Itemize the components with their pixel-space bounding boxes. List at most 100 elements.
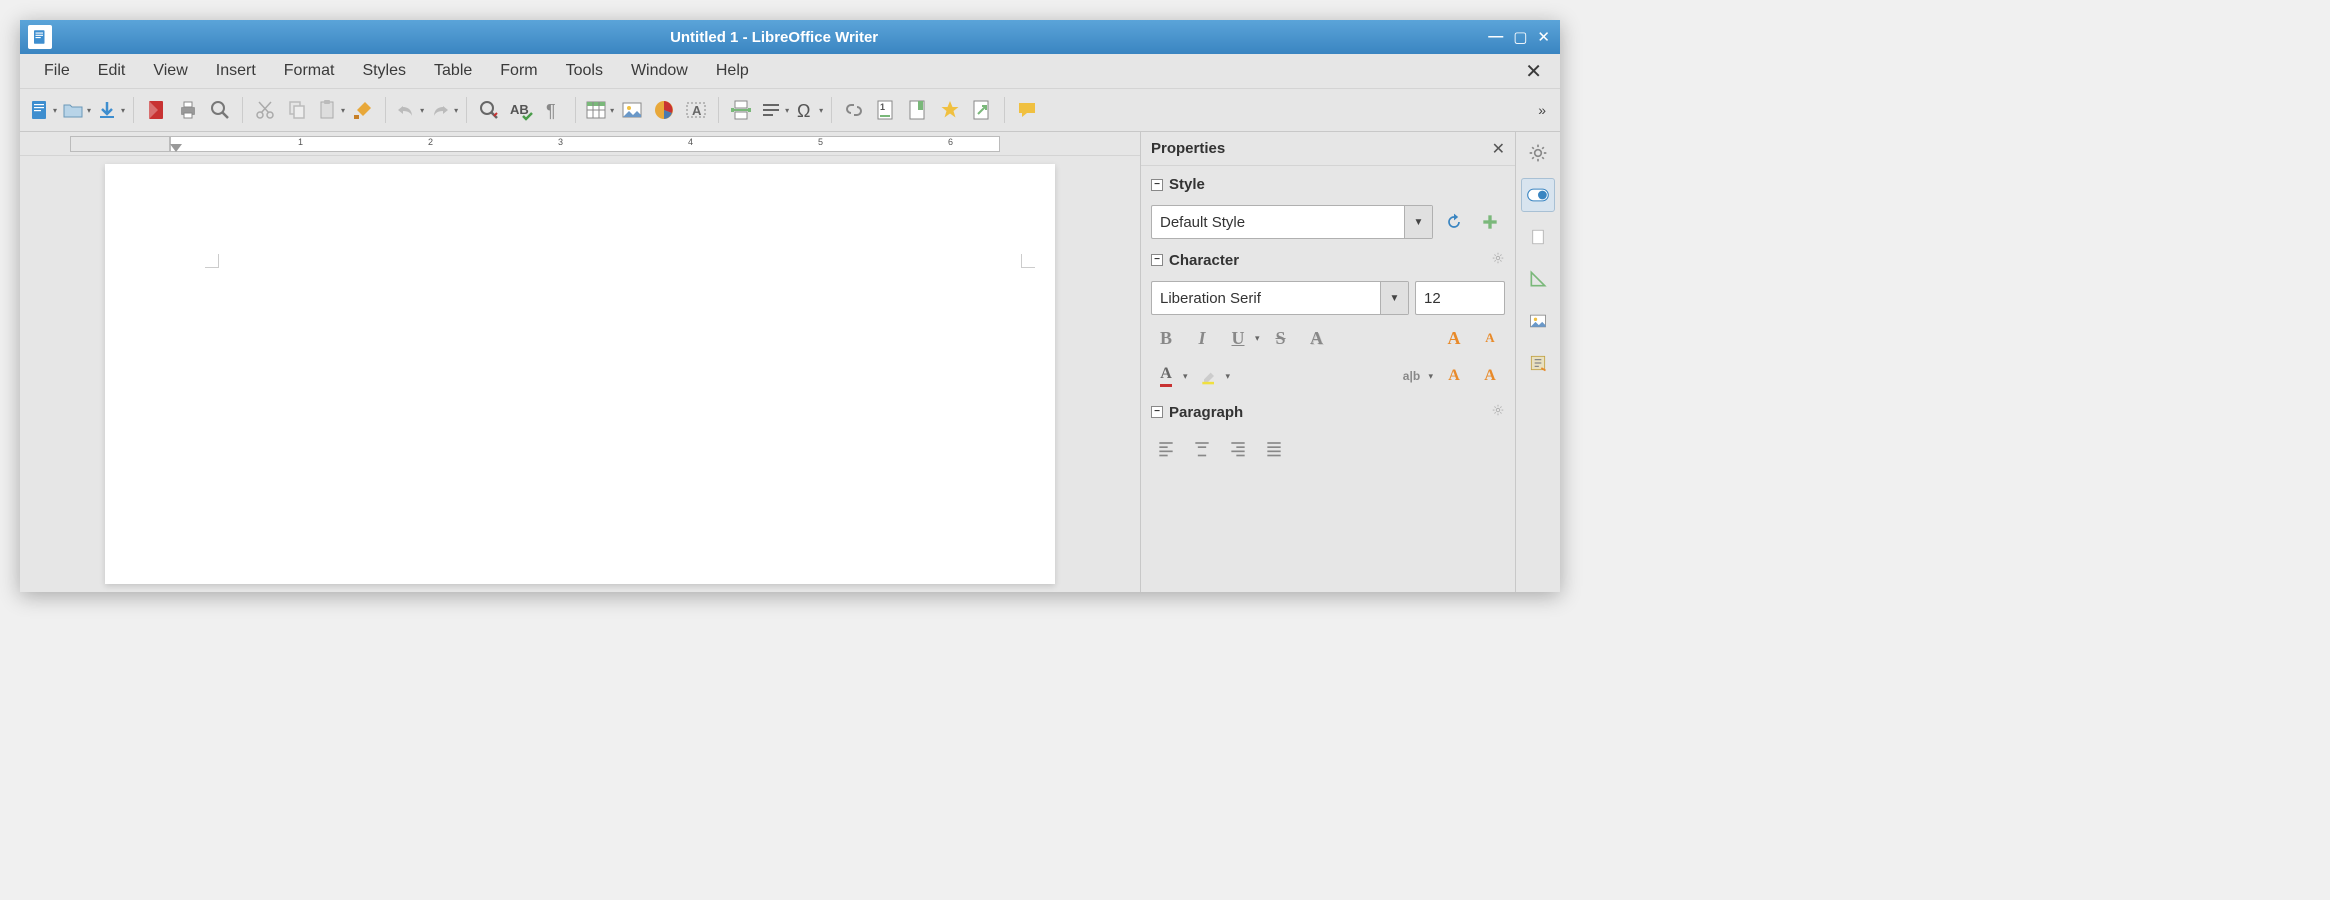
save-button[interactable] bbox=[94, 95, 126, 125]
undo-button[interactable] bbox=[393, 95, 425, 125]
clone-formatting-button[interactable] bbox=[348, 95, 378, 125]
insert-textbox-button[interactable]: A bbox=[681, 95, 711, 125]
new-doc-icon bbox=[27, 98, 51, 122]
strikethrough-button[interactable]: S bbox=[1266, 323, 1296, 353]
highlight-color-button[interactable] bbox=[1194, 361, 1224, 391]
new-style-button[interactable] bbox=[1475, 207, 1505, 237]
insert-bookmark-button[interactable] bbox=[903, 95, 933, 125]
font-color-button[interactable]: A bbox=[1151, 361, 1181, 391]
document-page[interactable] bbox=[105, 164, 1055, 584]
close-document-button[interactable]: ✕ bbox=[1517, 59, 1550, 84]
insert-table-button[interactable] bbox=[583, 95, 615, 125]
font-size-combo[interactable]: ▼ bbox=[1415, 281, 1505, 315]
document-area: 1 2 3 4 5 6 bbox=[20, 132, 1140, 592]
shadow-button[interactable]: A bbox=[1302, 323, 1332, 353]
italic-button[interactable]: I bbox=[1187, 323, 1217, 353]
insert-footnote-button[interactable]: 1 bbox=[871, 95, 901, 125]
section-more-button[interactable] bbox=[1491, 403, 1505, 421]
align-right-icon bbox=[1228, 438, 1248, 458]
minimize-button[interactable]: — bbox=[1488, 28, 1503, 46]
insert-comment-button[interactable] bbox=[1012, 95, 1042, 125]
menu-help[interactable]: Help bbox=[702, 58, 763, 84]
align-center-button[interactable] bbox=[1187, 433, 1217, 463]
menu-format[interactable]: Format bbox=[270, 58, 349, 84]
insert-chart-button[interactable] bbox=[649, 95, 679, 125]
spellcheck-button[interactable]: AB bbox=[506, 95, 536, 125]
sidebar-tab-navigator[interactable] bbox=[1521, 346, 1555, 380]
horizontal-ruler[interactable]: 1 2 3 4 5 6 bbox=[20, 132, 1140, 156]
collapse-toggle-icon[interactable]: − bbox=[1151, 406, 1163, 418]
dropdown-caret-icon[interactable]: ▾ bbox=[1255, 333, 1260, 344]
dropdown-caret-icon[interactable]: ▾ bbox=[1428, 371, 1433, 382]
section-title: Style bbox=[1169, 176, 1205, 193]
insert-hyperlink-button[interactable] bbox=[839, 95, 869, 125]
align-left-button[interactable] bbox=[1151, 433, 1181, 463]
underline-button[interactable]: U bbox=[1223, 323, 1253, 353]
insert-field-button[interactable] bbox=[758, 95, 790, 125]
menu-view[interactable]: View bbox=[139, 58, 201, 84]
copy-button[interactable] bbox=[282, 95, 312, 125]
open-button[interactable] bbox=[60, 95, 92, 125]
character-spacing-button[interactable]: a|b bbox=[1396, 361, 1426, 391]
gallery-icon bbox=[1528, 311, 1548, 331]
sidebar-tab-page[interactable] bbox=[1521, 220, 1555, 254]
paragraph-style-combo[interactable]: ▼ bbox=[1151, 205, 1433, 239]
menu-file[interactable]: File bbox=[30, 58, 84, 84]
menu-form[interactable]: Form bbox=[486, 58, 551, 84]
maximize-button[interactable]: ▢ bbox=[1513, 28, 1527, 46]
insert-special-char-button[interactable]: Ω bbox=[792, 95, 824, 125]
font-size-input[interactable] bbox=[1416, 290, 1515, 307]
print-preview-button[interactable] bbox=[205, 95, 235, 125]
formatting-marks-button[interactable]: ¶ bbox=[538, 95, 568, 125]
dropdown-caret-icon[interactable]: ▾ bbox=[1226, 371, 1231, 382]
subscript-button[interactable]: A bbox=[1475, 361, 1505, 391]
export-pdf-button[interactable] bbox=[141, 95, 171, 125]
sidebar-tab-styles[interactable] bbox=[1521, 262, 1555, 296]
dropdown-caret-icon[interactable]: ▾ bbox=[1183, 371, 1188, 382]
menu-table[interactable]: Table bbox=[420, 58, 486, 84]
font-name-input[interactable] bbox=[1152, 290, 1380, 307]
insert-page-break-button[interactable] bbox=[726, 95, 756, 125]
new-button[interactable] bbox=[26, 95, 58, 125]
redo-icon bbox=[428, 98, 452, 122]
decrease-size-button[interactable]: A bbox=[1475, 323, 1505, 353]
indent-marker-icon[interactable] bbox=[170, 144, 182, 152]
dropdown-button[interactable]: ▼ bbox=[1380, 282, 1408, 314]
menu-window[interactable]: Window bbox=[617, 58, 702, 84]
insert-star-button[interactable] bbox=[935, 95, 965, 125]
dropdown-button[interactable]: ▼ bbox=[1404, 206, 1432, 238]
plus-icon bbox=[1480, 212, 1500, 232]
close-panel-button[interactable]: ✕ bbox=[1492, 139, 1505, 159]
menu-edit[interactable]: Edit bbox=[84, 58, 140, 84]
cut-button[interactable] bbox=[250, 95, 280, 125]
find-replace-button[interactable] bbox=[474, 95, 504, 125]
paragraph-style-input[interactable] bbox=[1152, 214, 1404, 231]
print-button[interactable] bbox=[173, 95, 203, 125]
paste-button[interactable] bbox=[314, 95, 346, 125]
scissors-icon bbox=[253, 98, 277, 122]
section-more-button[interactable] bbox=[1491, 251, 1505, 269]
sidebar-tab-gallery[interactable] bbox=[1521, 304, 1555, 338]
align-center-icon bbox=[1192, 438, 1212, 458]
sidebar-tab-properties[interactable] bbox=[1521, 178, 1555, 212]
insert-cross-ref-button[interactable] bbox=[967, 95, 997, 125]
insert-image-button[interactable] bbox=[617, 95, 647, 125]
superscript-button[interactable]: A bbox=[1439, 361, 1469, 391]
font-name-combo[interactable]: ▼ bbox=[1151, 281, 1409, 315]
align-right-button[interactable] bbox=[1223, 433, 1253, 463]
bold-button[interactable]: B bbox=[1151, 323, 1181, 353]
collapse-toggle-icon[interactable]: − bbox=[1151, 254, 1163, 266]
increase-size-button[interactable]: A bbox=[1439, 323, 1469, 353]
menu-tools[interactable]: Tools bbox=[552, 58, 617, 84]
collapse-toggle-icon[interactable]: − bbox=[1151, 179, 1163, 191]
menu-insert[interactable]: Insert bbox=[202, 58, 270, 84]
redo-button[interactable] bbox=[427, 95, 459, 125]
toolbar-overflow-button[interactable]: » bbox=[1530, 102, 1554, 118]
section-title: Character bbox=[1169, 252, 1239, 269]
close-window-button[interactable]: ✕ bbox=[1537, 28, 1550, 46]
align-justify-button[interactable] bbox=[1259, 433, 1289, 463]
find-icon bbox=[477, 98, 501, 122]
update-style-button[interactable] bbox=[1439, 207, 1469, 237]
sidebar-settings-button[interactable] bbox=[1521, 136, 1555, 170]
menu-styles[interactable]: Styles bbox=[348, 58, 420, 84]
